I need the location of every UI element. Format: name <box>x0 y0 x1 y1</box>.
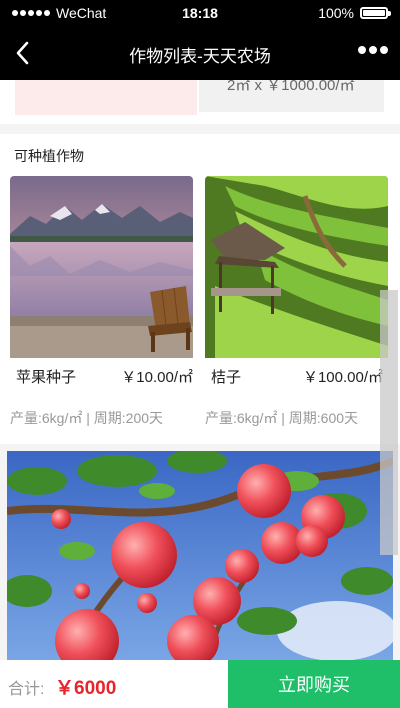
section-title: 可种植作物 <box>14 148 84 164</box>
apple-tree-photo <box>7 451 393 661</box>
crops-section: 可种植作物 苹果种子 ￥10.00/㎡ 产量:6kg/㎡ | 周期:200天 桔… <box>0 134 400 444</box>
battery-icon <box>360 7 391 19</box>
status-bar: WeChat 18:18 100% <box>0 0 400 26</box>
selected-plot-swatch <box>15 80 197 115</box>
area-price-text: 2㎡ x ￥1000.00/㎡ <box>227 80 355 94</box>
crop-name: 桔子 <box>211 369 242 386</box>
crop-card-orange[interactable]: 桔子 ￥100.00/㎡ 产量:6kg/㎡ | 周期:600天 <box>205 176 388 426</box>
scrollbar[interactable] <box>380 290 398 555</box>
total-amount: ￥6000 <box>55 678 117 699</box>
status-right: 100% <box>318 5 391 21</box>
lake-mountain-photo <box>10 176 193 358</box>
buy-now-button[interactable]: 立即购买 <box>228 660 400 708</box>
crop-price: ￥10.00/㎡ <box>121 369 193 386</box>
total-label: 合计: <box>8 681 45 698</box>
nav-bar: 作物列表-天天农场 <box>0 26 400 80</box>
area-price-box: 2㎡ x ￥1000.00/㎡ <box>199 80 384 112</box>
order-summary-section: 2㎡ x ￥1000.00/㎡ <box>0 80 400 124</box>
crop-card-apple-seed[interactable]: 苹果种子 ￥10.00/㎡ 产量:6kg/㎡ | 周期:200天 <box>10 176 193 426</box>
bottom-bar: 合计: ￥6000 立即购买 <box>0 660 400 708</box>
crop-meta: 产量:6kg/㎡ | 周期:600天 <box>205 410 359 426</box>
crop-name: 苹果种子 <box>16 369 77 386</box>
page-title: 作物列表-天天农场 <box>129 47 271 66</box>
more-icon[interactable] <box>358 46 388 54</box>
rice-terrace-hut-photo <box>205 176 388 358</box>
battery-percent: 100% <box>318 5 354 21</box>
crop-meta: 产量:6kg/㎡ | 周期:200天 <box>10 410 164 426</box>
crop-price: ￥100.00/㎡ <box>302 369 383 386</box>
